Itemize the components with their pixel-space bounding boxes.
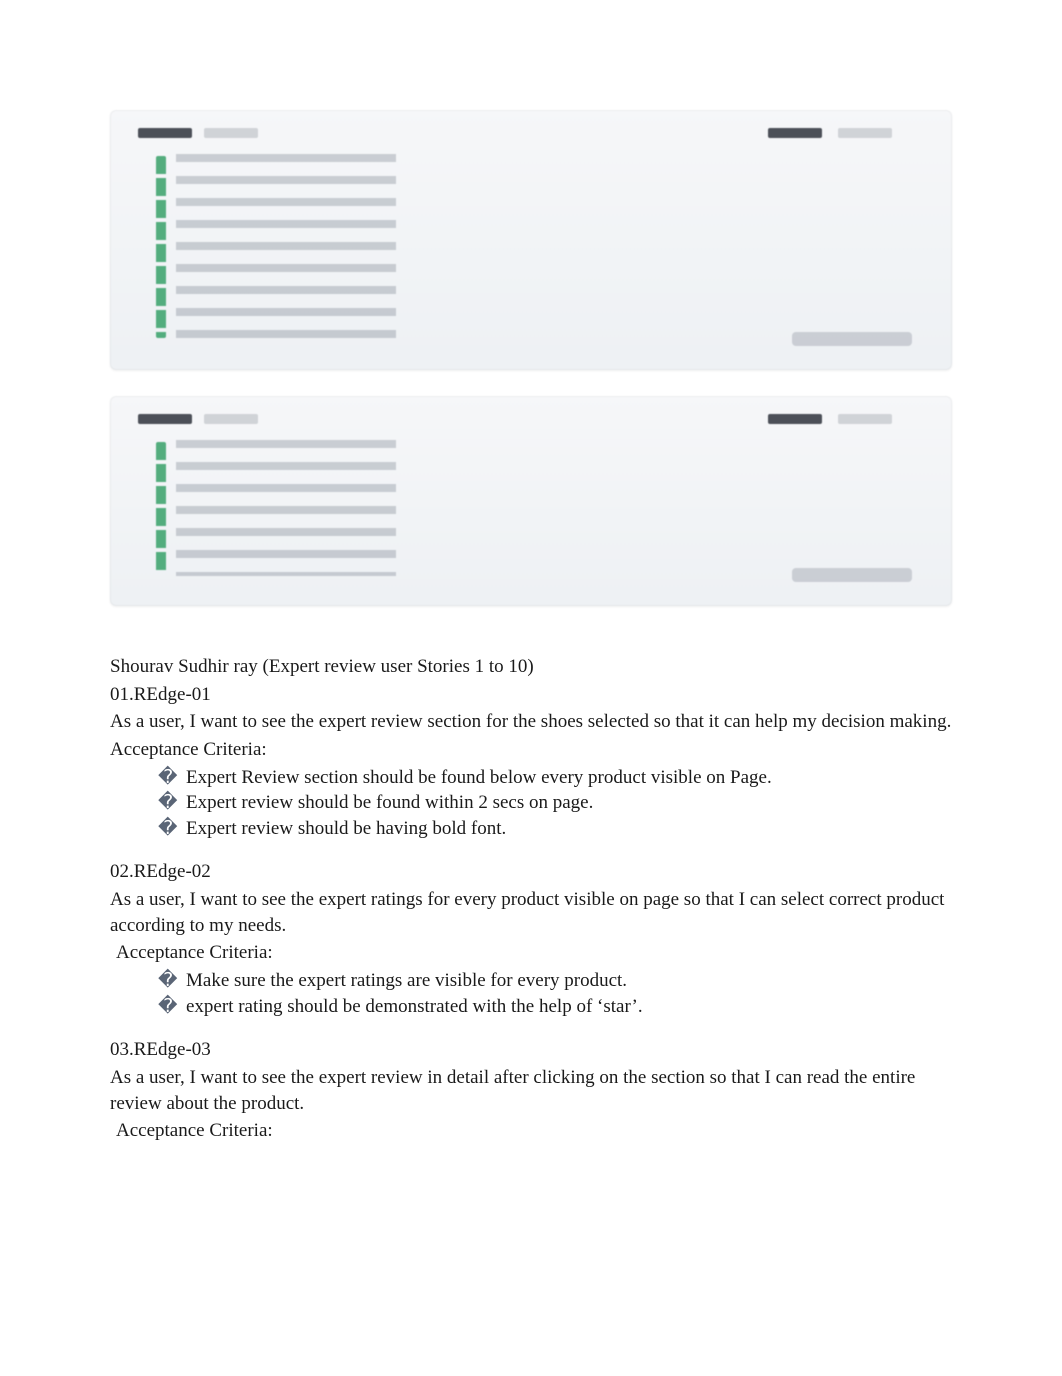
embedded-screenshot-2 (110, 396, 952, 606)
criterion-text: Make sure the expert ratings are visible… (186, 968, 952, 994)
document-body: Shourav Sudhir ray (Expert review user S… (110, 634, 952, 1144)
criterion-text: Expert review should be found within 2 s… (186, 790, 952, 816)
story-id: 03.REdge-03 (110, 1037, 952, 1063)
list-item: � Expert review should be found within 2… (110, 790, 952, 816)
author-attribution: Shourav Sudhir ray (Expert review user S… (110, 654, 952, 680)
acceptance-criteria-heading: Acceptance Criteria: (110, 940, 952, 966)
criterion-text: expert rating should be demonstrated wit… (186, 994, 952, 1020)
user-story-01: 01.REdge-01 As a user, I want to see the… (110, 682, 952, 842)
list-item: � expert rating should be demonstrated w… (110, 994, 952, 1020)
acceptance-criteria-list: � Make sure the expert ratings are visib… (110, 968, 952, 1019)
acceptance-criteria-heading: Acceptance Criteria: (110, 737, 952, 763)
bullet-icon: � (158, 994, 186, 1020)
story-id: 01.REdge-01 (110, 682, 952, 708)
embedded-screenshots (110, 110, 952, 606)
embedded-screenshot-1 (110, 110, 952, 370)
user-story-02: 02.REdge-02 As a user, I want to see the… (110, 859, 952, 1019)
bullet-icon: � (158, 765, 186, 791)
list-item: � Expert review should be having bold fo… (110, 816, 952, 842)
bullet-icon: � (158, 968, 186, 994)
story-description: As a user, I want to see the expert revi… (110, 1065, 952, 1116)
list-item: � Expert Review section should be found … (110, 765, 952, 791)
criterion-text: Expert review should be having bold font… (186, 816, 952, 842)
story-description: As a user, I want to see the expert revi… (110, 709, 952, 735)
acceptance-criteria-list: � Expert Review section should be found … (110, 765, 952, 842)
bullet-icon: � (158, 816, 186, 842)
bullet-icon: � (158, 790, 186, 816)
story-id: 02.REdge-02 (110, 859, 952, 885)
acceptance-criteria-heading: Acceptance Criteria: (110, 1118, 952, 1144)
list-item: � Make sure the expert ratings are visib… (110, 968, 952, 994)
user-story-03: 03.REdge-03 As a user, I want to see the… (110, 1037, 952, 1144)
criterion-text: Expert Review section should be found be… (186, 765, 952, 791)
story-description: As a user, I want to see the expert rati… (110, 887, 952, 938)
